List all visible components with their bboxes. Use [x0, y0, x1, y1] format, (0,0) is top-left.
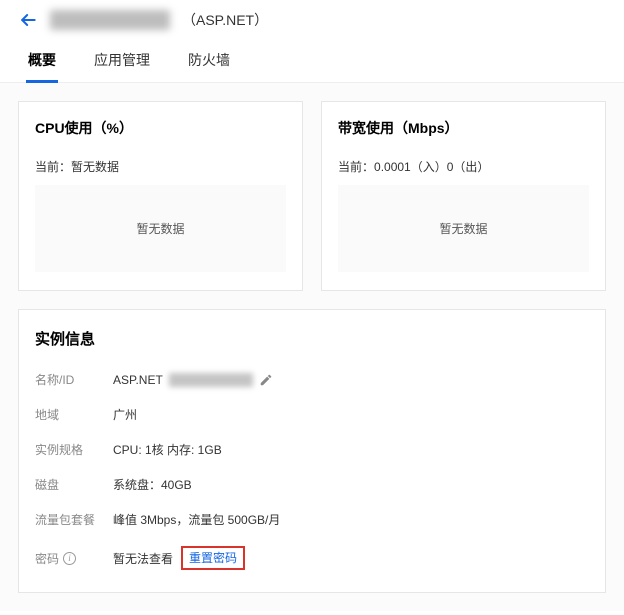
info-row-name: 名称/ID ASP.NET [35, 371, 589, 388]
reset-password-highlight: 重置密码 [181, 546, 245, 570]
cpu-current-row: 当前：暂无数据 [35, 158, 286, 175]
info-icon[interactable]: i [63, 552, 76, 565]
info-value-spec: CPU: 1核 内存: 1GB [113, 441, 222, 458]
instance-info-card: 实例信息 名称/ID ASP.NET 地域 广州 实例规格 CPU: 1核 内存… [18, 309, 606, 593]
tab-overview[interactable]: 概要 [26, 42, 58, 82]
bw-current-label: 当前： [338, 160, 374, 174]
cpu-panel-title: CPU使用（%） [35, 118, 286, 138]
info-label-password: 密码 [35, 550, 59, 567]
reset-password-link[interactable]: 重置密码 [189, 551, 237, 565]
cpu-nodata-box: 暂无数据 [35, 185, 286, 272]
tab-firewall[interactable]: 防火墙 [186, 42, 232, 82]
tab-apps[interactable]: 应用管理 [92, 42, 152, 82]
cpu-nodata-text: 暂无数据 [136, 220, 184, 237]
info-value-disk: 系统盘：40GB [113, 476, 192, 493]
bandwidth-usage-panel: 带宽使用（Mbps） 当前：0.0001（入）0（出） 暂无数据 [321, 101, 606, 291]
info-row-region: 地域 广州 [35, 406, 589, 423]
info-label-name: 名称/ID [35, 371, 113, 388]
bw-nodata-box: 暂无数据 [338, 185, 589, 272]
cpu-current-label: 当前： [35, 160, 71, 174]
info-name-prefix: ASP.NET [113, 373, 163, 387]
info-label-region: 地域 [35, 406, 113, 423]
info-row-disk: 磁盘 系统盘：40GB [35, 476, 589, 493]
info-row-spec: 实例规格 CPU: 1核 内存: 1GB [35, 441, 589, 458]
info-label-traffic: 流量包套餐 [35, 511, 113, 528]
bw-panel-title: 带宽使用（Mbps） [338, 118, 589, 138]
info-row-password: 密码 i 暂无法查看 重置密码 [35, 546, 589, 570]
bw-current-row: 当前：0.0001（入）0（出） [338, 158, 589, 175]
tab-bar: 概要 应用管理 防火墙 [0, 42, 624, 83]
bw-nodata-text: 暂无数据 [439, 220, 487, 237]
cpu-current-value: 暂无数据 [71, 160, 119, 174]
bw-current-value: 0.0001（入）0（出） [374, 160, 489, 174]
info-label-spec: 实例规格 [35, 441, 113, 458]
info-value-password: 暂无法查看 [113, 550, 173, 567]
info-name-blurred [169, 373, 253, 387]
info-value-region: 广州 [113, 406, 137, 423]
instance-name-blurred [50, 10, 170, 30]
back-arrow-icon[interactable] [18, 10, 38, 30]
instance-info-title: 实例信息 [35, 328, 589, 349]
info-label-disk: 磁盘 [35, 476, 113, 493]
info-value-traffic: 峰值 3Mbps，流量包 500GB/月 [113, 511, 280, 528]
info-row-traffic: 流量包套餐 峰值 3Mbps，流量包 500GB/月 [35, 511, 589, 528]
edit-name-icon[interactable] [259, 373, 273, 387]
instance-type-label: （ASP.NET） [182, 10, 268, 30]
cpu-usage-panel: CPU使用（%） 当前：暂无数据 暂无数据 [18, 101, 303, 291]
